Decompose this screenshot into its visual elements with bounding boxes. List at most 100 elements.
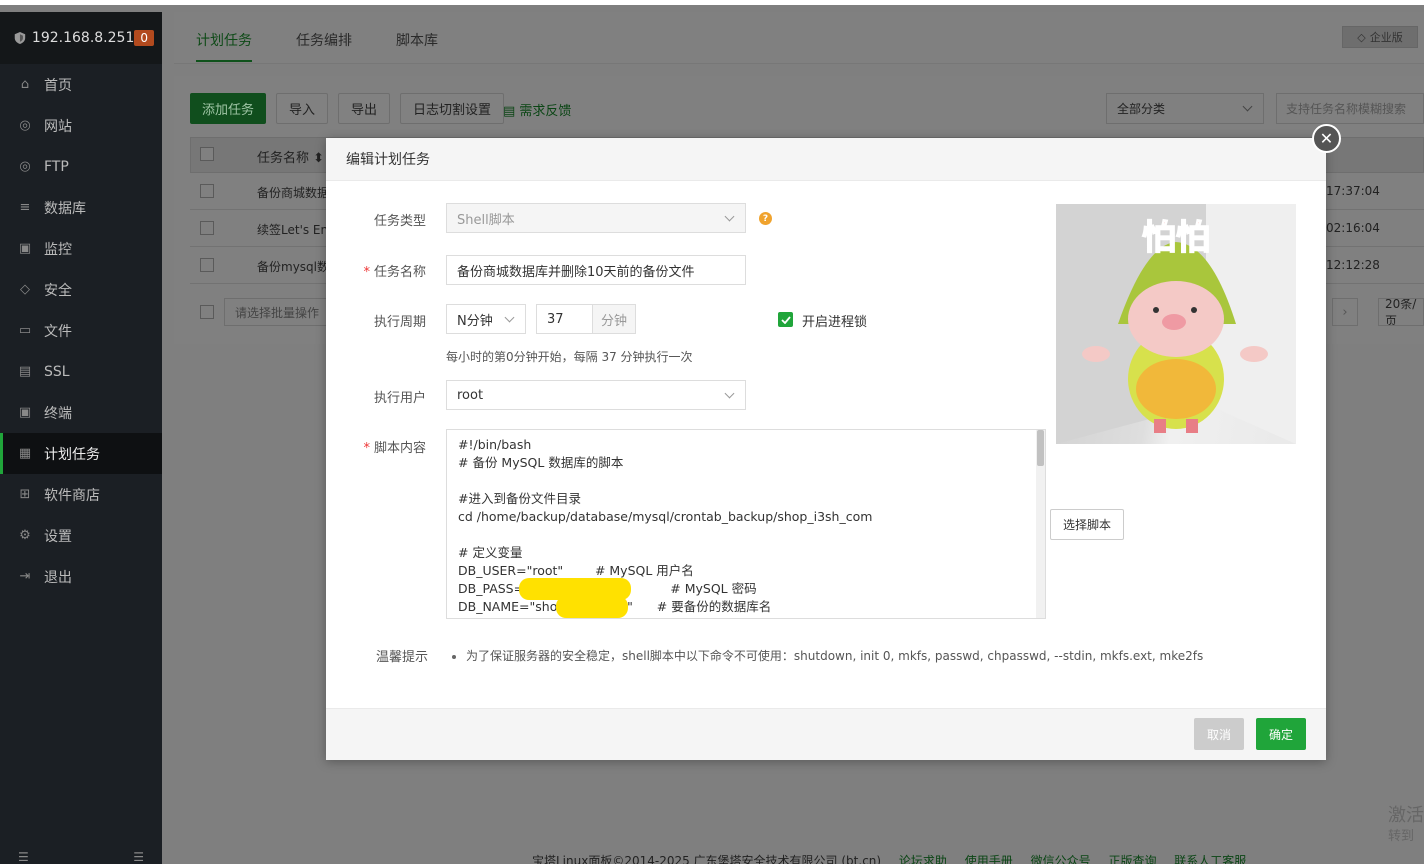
sidebar-item-label: 首页 — [44, 77, 72, 94]
category-select[interactable]: 全部分类 — [1106, 93, 1264, 124]
collapse-right-icon[interactable]: ☰ — [133, 850, 144, 864]
script-line: DB_NAME="shop_ " # 要备份的数据库名 — [458, 599, 772, 614]
tab-script-library[interactable]: 脚本库 — [396, 30, 438, 50]
search-input[interactable]: 支持任务名称模糊搜索 — [1276, 93, 1424, 124]
task-time-cell: 02:16:04 — [1326, 221, 1380, 235]
process-lock-label[interactable]: 开启进程锁 — [802, 311, 867, 330]
sidebar-item[interactable]: ▣ 监控 — [0, 228, 162, 269]
sidebar-item[interactable]: ◎ 网站 — [0, 105, 162, 146]
gear-icon: ⚙ — [19, 528, 31, 543]
pig-sticker-illustration: 怕怕 — [1056, 204, 1296, 444]
select-all-checkbox[interactable] — [200, 147, 214, 161]
home-icon: ⌂ — [20, 77, 30, 92]
close-icon[interactable]: ✕ — [1312, 124, 1341, 153]
sidebar-item[interactable]: ◇ 安全 — [0, 269, 162, 310]
editor-scroll-thumb[interactable] — [1037, 430, 1044, 466]
cycle-select[interactable]: N分钟 — [446, 304, 526, 334]
sidebar-item[interactable]: ⚙ 设置 — [0, 515, 162, 556]
wechat-link[interactable]: 微信公众号 — [1031, 854, 1091, 864]
export-button[interactable]: 导出 — [338, 93, 391, 124]
category-value: 全部分类 — [1117, 102, 1166, 116]
check-icon — [780, 315, 791, 324]
label-task-name: * 任务名称 — [346, 261, 426, 280]
apps-icon: ⊞ — [19, 487, 31, 502]
feedback-link[interactable]: ▤ 需求反馈 — [503, 100, 571, 119]
sidebar-item[interactable]: ▦ 计划任务 — [0, 433, 162, 474]
calendar-icon: ▦ — [18, 446, 32, 461]
import-button[interactable]: 导入 — [276, 93, 329, 124]
support-link[interactable]: 联系人工客服 — [1174, 854, 1246, 864]
script-line: # 备份 MySQL 数据库的脚本 — [458, 455, 624, 470]
batch-action-select[interactable]: 请选择批量操作 — [224, 298, 334, 326]
row-checkbox[interactable] — [200, 258, 214, 272]
add-task-button[interactable]: 添加任务 — [190, 93, 267, 124]
sidebar-item-label: 计划任务 — [44, 446, 100, 463]
batch-checkbox[interactable] — [200, 305, 214, 319]
label-task-type: 任务类型 — [373, 214, 426, 229]
label-cycle: 执行周期 — [373, 315, 426, 330]
copyright-text: 宝塔Linux面板©2014-2025 广东堡塔安全技术有限公司 (bt.cn) — [532, 854, 882, 864]
chevron-down-icon — [724, 211, 735, 222]
database-icon: ≡ — [19, 200, 31, 215]
top-strip — [0, 0, 1424, 5]
shield-icon: ◇ — [20, 282, 30, 297]
sidebar-item[interactable]: ⊞ 软件商店 — [0, 474, 162, 515]
enterprise-badge[interactable]: ◇ 企业版 — [1342, 26, 1418, 48]
column-header-name[interactable]: 任务名称 ⬍ — [257, 147, 324, 166]
task-name-input[interactable]: 备份商城数据库并删除10天前的备份文件 — [446, 255, 746, 285]
ssl-doc-icon: ▤ — [18, 364, 32, 379]
tab-scheduled-tasks[interactable]: 计划任务 — [196, 30, 252, 62]
user-select[interactable]: root — [446, 380, 746, 410]
sidebar-item[interactable]: ⇥ 退出 — [0, 556, 162, 597]
sidebar-item[interactable]: ≡ 数据库 — [0, 187, 162, 228]
chevron-right-icon: › — [1342, 304, 1348, 320]
sidebar-item-label: 安全 — [44, 282, 72, 299]
manual-link[interactable]: 使用手册 — [965, 854, 1013, 864]
sidebar-item[interactable]: ▭ 文件 — [0, 310, 162, 351]
row-checkbox[interactable] — [200, 184, 214, 198]
task-name-cell: 备份商城数据 — [257, 186, 330, 200]
logout-icon: ⇥ — [19, 569, 31, 584]
page-footer: 宝塔Linux面板©2014-2025 广东堡塔安全技术有限公司 (bt.cn)… — [532, 852, 1246, 864]
diamond-icon: ◇ — [1357, 30, 1366, 44]
label-script-text: 脚本内容 — [373, 441, 426, 456]
task-type-select[interactable]: Shell脚本 — [446, 203, 746, 233]
select-script-button[interactable]: 选择脚本 — [1050, 509, 1124, 540]
tab-task-orchestration[interactable]: 任务编排 — [296, 30, 352, 50]
forum-link[interactable]: 论坛求助 — [899, 854, 947, 864]
script-line — [458, 472, 1034, 490]
sticker-image: 怕怕 — [1056, 204, 1296, 444]
ftp-globe-icon: ◎ — [19, 159, 31, 174]
label-task-name-text: 任务名称 — [373, 265, 426, 280]
chevron-down-icon — [1242, 101, 1253, 112]
minutes-input[interactable]: 37 — [536, 304, 594, 334]
sidebar-item-label: 退出 — [44, 569, 72, 586]
notification-badge[interactable]: 0 — [134, 30, 154, 46]
row-checkbox[interactable] — [200, 221, 214, 235]
process-lock-checkbox[interactable] — [778, 312, 793, 327]
script-line — [458, 526, 1034, 544]
help-icon[interactable]: ? — [759, 212, 772, 225]
confirm-button[interactable]: 确定 — [1256, 718, 1306, 750]
sidebar-item[interactable]: ◎ FTP — [0, 146, 162, 187]
log-split-button[interactable]: 日志切割设置 — [400, 93, 505, 124]
page-size-select[interactable]: 20条/页 — [1378, 298, 1424, 326]
sort-icon: ⬍ — [313, 151, 325, 166]
next-page-button[interactable]: › — [1332, 298, 1358, 326]
label-script: * 脚本内容 — [346, 437, 426, 456]
cancel-button[interactable]: 取消 — [1194, 718, 1244, 750]
task-time-cell: 17:37:04 — [1326, 184, 1380, 198]
cycle-hint: 每小时的第0分钟开始，每隔 37 分钟执行一次 — [446, 350, 693, 364]
sidebar-item-label: 设置 — [44, 528, 72, 545]
sidebar-item[interactable]: ⌂ 首页 — [0, 64, 162, 105]
sidebar-item-label: 数据库 — [44, 200, 86, 217]
sidebar-item-label: 网站 — [44, 118, 72, 135]
license-link[interactable]: 正版查询 — [1108, 854, 1156, 864]
sidebar-item[interactable]: ▤ SSL — [0, 351, 162, 392]
collapse-left-icon[interactable]: ☰ — [18, 850, 29, 864]
chevron-down-icon — [724, 388, 735, 399]
sidebar-item-label: FTP — [44, 158, 69, 175]
enterprise-label: 企业版 — [1369, 31, 1403, 44]
sidebar: 192.168.8.251 0 ⌂ 首页 ◎ 网站 ◎ FTP ≡ 数据库 ▣ 监控 ◇ 安全 ▭ 文件 ▤… — [0, 12, 162, 864]
sidebar-item[interactable]: ▣ 终端 — [0, 392, 162, 433]
